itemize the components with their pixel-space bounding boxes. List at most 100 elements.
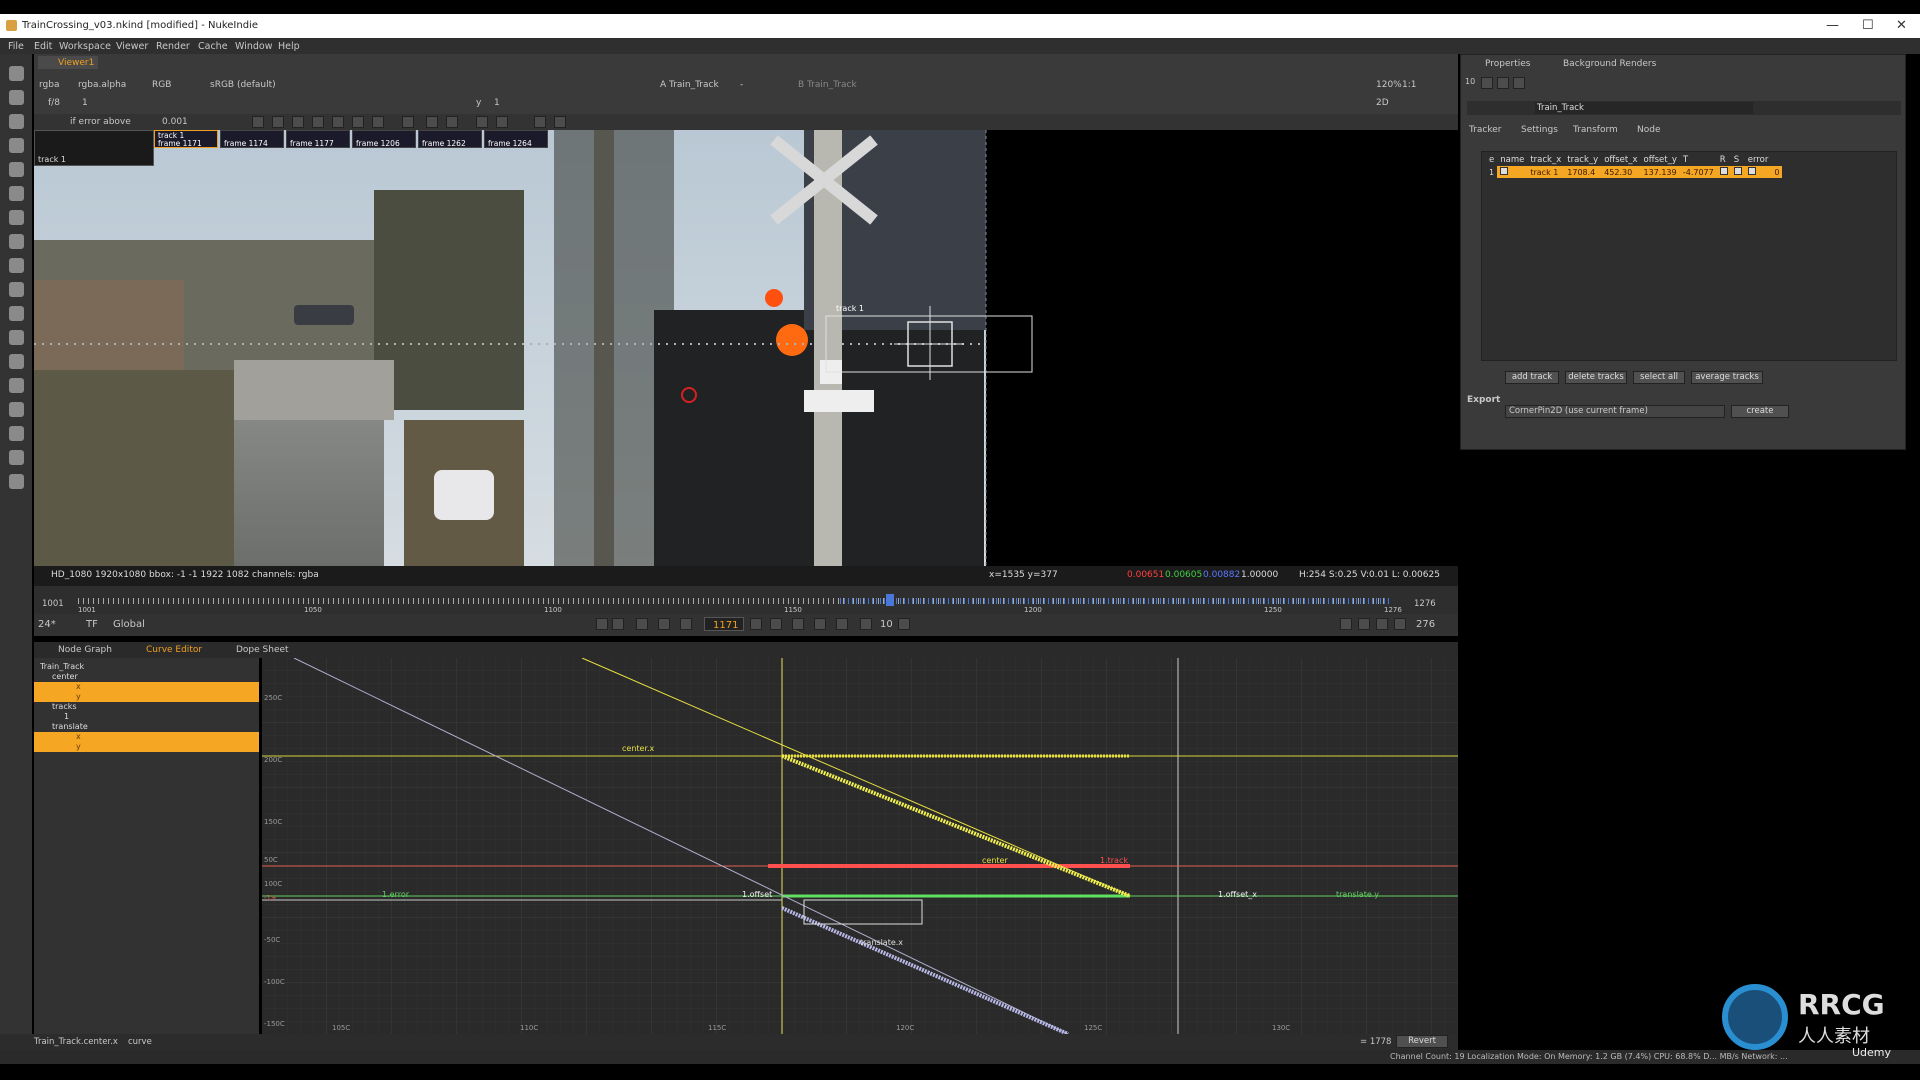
channel-tool-icon[interactable] xyxy=(9,138,24,153)
table-header[interactable]: offset_y xyxy=(1641,154,1680,166)
track-prev-icon[interactable] xyxy=(292,116,304,128)
frame-step-field[interactable]: 1 xyxy=(82,98,88,108)
error-threshold-field[interactable]: 0.001 xyxy=(162,117,188,127)
menu-render[interactable]: Render xyxy=(156,41,190,52)
stop-track-icon[interactable] xyxy=(312,116,324,128)
curve-tree-item[interactable]: translate xyxy=(34,722,259,732)
tab-transform[interactable]: Transform xyxy=(1573,125,1618,135)
view-mode-select[interactable]: 2D xyxy=(1376,98,1389,108)
tab-curve-editor[interactable]: Curve Editor xyxy=(146,645,202,655)
table-header[interactable]: name xyxy=(1497,154,1527,166)
track-forward-icon[interactable] xyxy=(372,116,384,128)
next-key-icon[interactable] xyxy=(792,618,804,630)
menu-edit[interactable]: Edit xyxy=(34,41,52,52)
metadata-tool-icon[interactable] xyxy=(9,330,24,345)
timeline-end[interactable]: 1276 xyxy=(1414,599,1436,609)
table-header[interactable]: track_x xyxy=(1527,154,1564,166)
keyframe-add-icon[interactable] xyxy=(426,116,438,128)
track-next-icon[interactable] xyxy=(332,116,344,128)
clear-backward-icon[interactable] xyxy=(496,116,508,128)
tab-dope-sheet[interactable]: Dope Sheet xyxy=(236,645,289,655)
menu-cache[interactable]: Cache xyxy=(198,41,228,52)
edit-properties-icon[interactable] xyxy=(1513,77,1525,89)
clear-properties-icon[interactable] xyxy=(1497,77,1509,89)
views-tool-icon[interactable] xyxy=(9,354,24,369)
curve-tree-item[interactable]: y xyxy=(34,742,259,752)
range-scope-select[interactable]: Global xyxy=(113,619,145,630)
last-frame-icon[interactable] xyxy=(814,618,826,630)
track-range-icon[interactable] xyxy=(402,116,414,128)
curve-tree-item[interactable]: x xyxy=(34,732,259,742)
transform-tool-icon[interactable] xyxy=(9,258,24,273)
render-icon[interactable] xyxy=(1394,618,1406,630)
fps-select[interactable]: 24* xyxy=(38,619,56,630)
minimize-icon[interactable]: — xyxy=(1826,18,1839,33)
checkbox-cell[interactable] xyxy=(1745,166,1772,178)
filter-tool-icon[interactable] xyxy=(9,186,24,201)
error-mode-select[interactable]: if error above xyxy=(70,117,131,127)
table-header[interactable]: error xyxy=(1745,154,1772,166)
particles-tool-icon[interactable] xyxy=(9,306,24,321)
fstop-field[interactable]: f/8 xyxy=(48,98,60,108)
keyframe-thumb[interactable]: frame 1174 xyxy=(220,130,284,148)
toolsets-tool-icon[interactable] xyxy=(9,402,24,417)
tab-settings[interactable]: Settings xyxy=(1521,125,1558,135)
menu-window[interactable]: Window xyxy=(235,41,272,52)
maximize-icon[interactable]: ☐ xyxy=(1862,18,1874,33)
flipbook-icon[interactable] xyxy=(1340,618,1352,630)
skip-back-icon[interactable] xyxy=(860,618,872,630)
table-row[interactable]: 1 track 1 1708.4 452.30 137.139 -4.7077 0 xyxy=(1486,166,1783,178)
keyframe-corner-thumb[interactable]: track 1 xyxy=(34,130,154,166)
table-header[interactable]: S xyxy=(1731,154,1745,166)
draw-tool-icon[interactable] xyxy=(9,90,24,105)
delete-tracks-button[interactable]: delete tracks xyxy=(1565,371,1627,384)
image-tool-icon[interactable] xyxy=(9,66,24,81)
furnace-tool-icon[interactable] xyxy=(9,450,24,465)
menu-workspace[interactable]: Workspace xyxy=(59,41,111,52)
color-tool-icon[interactable] xyxy=(9,162,24,177)
channels-select[interactable]: rgba xyxy=(39,80,59,90)
revert-button[interactable]: Revert xyxy=(1396,1035,1448,1048)
tab-node-graph[interactable]: Node Graph xyxy=(58,645,112,655)
menu-file[interactable]: File xyxy=(8,41,24,52)
frame-increment-field[interactable]: 10 xyxy=(880,619,893,630)
y-field[interactable]: 1 xyxy=(494,98,500,108)
viewer-tab[interactable]: Viewer1 xyxy=(38,56,98,69)
table-header[interactable]: T xyxy=(1680,154,1717,166)
ratio-select[interactable]: 1:1 xyxy=(1402,80,1416,90)
table-header[interactable]: offset_x xyxy=(1601,154,1640,166)
timeline[interactable]: 1001 1276 1001 1050 1100 1150 1200 1250 … xyxy=(34,586,1458,614)
curve-expression-value[interactable]: = 1778 xyxy=(1360,1037,1391,1047)
lock-properties-icon[interactable] xyxy=(1481,77,1493,89)
time-tool-icon[interactable] xyxy=(9,114,24,129)
step-forward-icon[interactable] xyxy=(352,116,364,128)
curve-tree-item[interactable]: x xyxy=(34,682,259,692)
3d-tool-icon[interactable] xyxy=(9,282,24,297)
close-icon[interactable]: ✕ xyxy=(1896,18,1907,33)
max-panels-field[interactable]: 10 xyxy=(1465,77,1475,86)
ofx-tool-icon[interactable] xyxy=(9,474,24,489)
viewer-image[interactable]: track 1 track 1 frame 1171 frame 1174 frame… xyxy=(34,130,1206,566)
input-a-select[interactable]: A Train_Track xyxy=(660,80,719,90)
clear-forward-icon[interactable] xyxy=(476,116,488,128)
lock-icon[interactable] xyxy=(1376,618,1388,630)
play-forward-icon[interactable] xyxy=(750,618,762,630)
first-frame-icon[interactable] xyxy=(612,618,624,630)
grid-icon[interactable] xyxy=(554,116,566,128)
other-tool-icon[interactable] xyxy=(9,426,24,441)
add-track-button[interactable]: add track xyxy=(1505,371,1559,384)
current-frame-field[interactable]: 1171 xyxy=(704,617,744,631)
tab-properties[interactable]: Properties xyxy=(1485,59,1530,69)
curve-tree-item[interactable]: tracks xyxy=(34,702,259,712)
input-b-select[interactable]: B Train_Track xyxy=(798,80,857,90)
play-backward-icon[interactable] xyxy=(680,618,692,630)
tab-node[interactable]: Node xyxy=(1637,125,1661,135)
export-select[interactable]: CornerPin2D (use current frame) xyxy=(1505,405,1725,418)
merge-tool-icon[interactable] xyxy=(9,234,24,249)
pause-icon[interactable] xyxy=(1358,618,1370,630)
curve-tree-item[interactable]: 1 xyxy=(34,712,259,722)
keyer-tool-icon[interactable] xyxy=(9,210,24,225)
step-backward-icon[interactable] xyxy=(272,116,284,128)
curve-tree-item[interactable]: y xyxy=(34,692,259,702)
display-mode-select[interactable]: RGB xyxy=(152,80,171,90)
